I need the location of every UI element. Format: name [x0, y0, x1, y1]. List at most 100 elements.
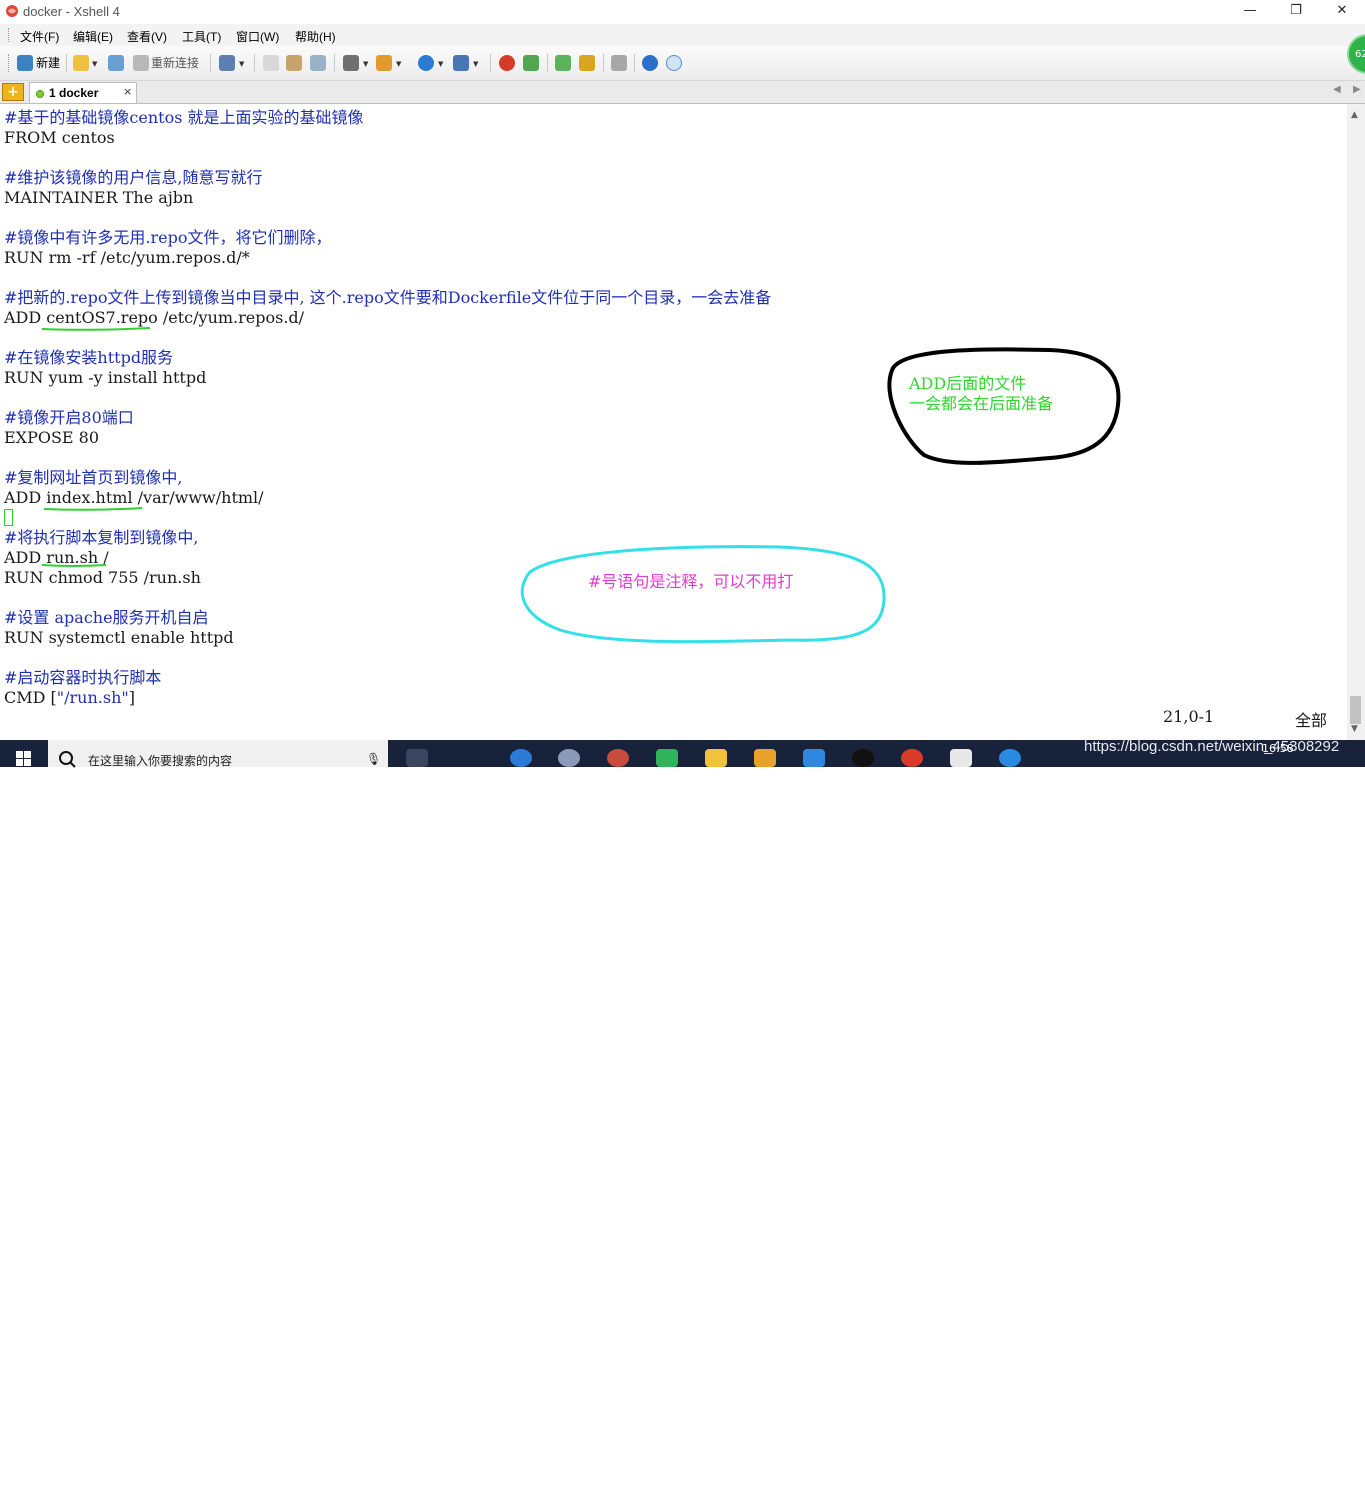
terminal-command-line: ADD index.html /var/www/html/: [4, 488, 264, 507]
new-session-button[interactable]: 新建: [36, 54, 60, 72]
add-session-button[interactable]: +: [2, 83, 24, 101]
sogou-icon[interactable]: [510, 749, 532, 767]
photos-icon[interactable]: [950, 749, 972, 767]
toolbar-separator: [634, 54, 635, 72]
scroll-thumb[interactable]: [1350, 696, 1361, 724]
k-app-icon[interactable]: [999, 749, 1021, 767]
keyboard-icon[interactable]: [611, 55, 627, 71]
xftp-icon[interactable]: [499, 55, 515, 71]
scroll-down-icon[interactable]: ▼: [1351, 724, 1358, 734]
notification-icon[interactable]: ☰: [1327, 1487, 1338, 1501]
terminal-command-line: FROM centos: [4, 128, 115, 147]
terminal-app-icon[interactable]: [852, 749, 874, 767]
find-icon[interactable]: [310, 55, 326, 71]
vertical-scrollbar[interactable]: ▲ ▼: [1347, 104, 1365, 740]
print-icon[interactable]: [343, 55, 359, 71]
toolbar-separator: [210, 54, 211, 72]
scroll-up-icon[interactable]: ▲: [1351, 110, 1358, 120]
globe-icon[interactable]: [418, 55, 434, 71]
terminal-command-line: ADD centOS7.repo /etc/yum.repos.d/: [4, 308, 305, 327]
tunnel-icon[interactable]: [523, 55, 539, 71]
terminal-command-line: RUN yum -y install httpd: [4, 368, 207, 387]
tab-prev-icon[interactable]: ◀: [1333, 84, 1341, 95]
tab-close-icon[interactable]: ×: [123, 85, 132, 98]
terminal-comment-line: #镜像开启80端口: [4, 408, 134, 427]
input-method-indicator[interactable]: 英: [1222, 1487, 1234, 1504]
chevron-down-icon[interactable]: ▼: [92, 60, 97, 68]
menu-view[interactable]: 查看(V): [127, 28, 167, 45]
layout-icon[interactable]: [555, 55, 571, 71]
reconnect-button[interactable]: 重新连接: [151, 54, 199, 72]
terminal-comment-line: #维护该镜像的用户信息,随意写就行: [4, 168, 263, 187]
chevron-down-icon[interactable]: ▼: [438, 60, 443, 68]
tray-expand-icon[interactable]: ︿: [1104, 1487, 1116, 1504]
terminal-area[interactable]: #基于的基础镜像centos 就是上面实验的基础镜像 FROM centos #维护…: [0, 104, 1347, 740]
file-explorer-icon[interactable]: [705, 749, 727, 767]
minimize-button[interactable]: —: [1227, 0, 1273, 24]
search-input[interactable]: 在这里输入你要搜索的内容: [88, 752, 232, 769]
menu-grip: [8, 28, 12, 42]
tab-label: 1 docker: [49, 86, 99, 100]
chevron-down-icon[interactable]: ▼: [239, 60, 244, 68]
terminal-comment-line: #启动容器时执行脚本: [4, 668, 162, 687]
menu-edit[interactable]: 编辑(E): [73, 28, 113, 45]
reconnect-icon: [133, 55, 149, 71]
wifi-icon[interactable]: ◠: [1153, 1487, 1163, 1501]
link-icon[interactable]: [108, 55, 124, 71]
connected-status-icon: [36, 90, 44, 98]
menu-help[interactable]: 帮助(H): [295, 28, 336, 45]
microphone-icon[interactable]: 🎙: [366, 752, 381, 766]
xshell-app-icon: [6, 5, 18, 17]
copy-icon[interactable]: [263, 55, 279, 71]
task-view-icon[interactable]: [406, 749, 428, 767]
terminal-command-line: RUN systemctl enable httpd: [4, 628, 234, 647]
close-button[interactable]: ✕: [1319, 0, 1365, 24]
window-title: docker - Xshell 4: [23, 4, 120, 19]
clock-time: 16:58: [1262, 742, 1294, 755]
folder-app-icon[interactable]: [754, 749, 776, 767]
black-annotation-text: ADD后面的文件 一会都会在后面准备: [909, 374, 1054, 413]
baidu-netdisk-icon[interactable]: [803, 749, 825, 767]
chevron-down-icon[interactable]: ▼: [473, 60, 478, 68]
chevron-down-icon[interactable]: ▼: [363, 60, 368, 68]
terminal-comment-line: #将执行脚本复制到镜像中,: [4, 528, 199, 547]
people-icon[interactable]: ⚇: [1066, 1487, 1077, 1501]
help-icon[interactable]: [642, 55, 658, 71]
menu-file[interactable]: 文件(F): [20, 28, 59, 45]
maximize-button[interactable]: ❐: [1273, 0, 1319, 24]
terminal-command-line: RUN chmod 755 /run.sh: [4, 568, 201, 587]
terminal-comment-line: #在镜像安装httpd服务: [4, 348, 174, 367]
video-player-icon[interactable]: [656, 749, 678, 767]
tab-bar: + 1 docker × ◀ ▶: [0, 81, 1365, 104]
scroll-scope: 全部: [1295, 711, 1328, 730]
terminal-command-line: ADD run.sh /: [4, 548, 109, 567]
open-folder-icon[interactable]: [73, 55, 89, 71]
browser-icon[interactable]: [558, 749, 580, 767]
terminal-command-line: CMD ["/run.sh"]: [4, 688, 135, 707]
toolbar-separator: [334, 54, 335, 72]
font-icon[interactable]: [453, 55, 469, 71]
transfer-icon[interactable]: [376, 55, 392, 71]
volume-icon[interactable]: ◁: [1198, 1487, 1207, 1501]
chat-icon[interactable]: [666, 55, 682, 71]
toolbar-grip: [8, 54, 12, 72]
toolbar-separator: [547, 54, 548, 72]
tab-docker[interactable]: 1 docker ×: [29, 82, 137, 103]
netease-music-icon[interactable]: [901, 749, 923, 767]
toolbar-separator: [603, 54, 604, 72]
paste-icon[interactable]: [286, 55, 302, 71]
windows-start-icon[interactable]: [0, 740, 48, 767]
taskbar-search[interactable]: 在这里输入你要搜索的内容 🎙: [48, 740, 388, 769]
terminal-command-line: MAINTAINER The ajbn: [4, 188, 194, 207]
lock-icon[interactable]: [579, 55, 595, 71]
toolbar-separator: [490, 54, 491, 72]
terminal-comment-line: #复制网址首页到镜像中,: [4, 468, 183, 487]
menu-tools[interactable]: 工具(T): [182, 28, 221, 45]
properties-icon[interactable]: [219, 55, 235, 71]
menu-window[interactable]: 窗口(W): [236, 28, 279, 45]
terminal-comment-line: #把新的.repo文件上传到镜像当中目录中, 这个.repo文件要和Docker…: [4, 288, 772, 307]
toolbar: 新建 ▼ 重新连接 ▼ ▼ ▼ ▼ ▼: [0, 46, 1365, 81]
xshell-taskbar-icon[interactable]: [607, 749, 629, 767]
tab-next-icon[interactable]: ▶: [1353, 84, 1361, 95]
chevron-down-icon[interactable]: ▼: [396, 60, 401, 68]
